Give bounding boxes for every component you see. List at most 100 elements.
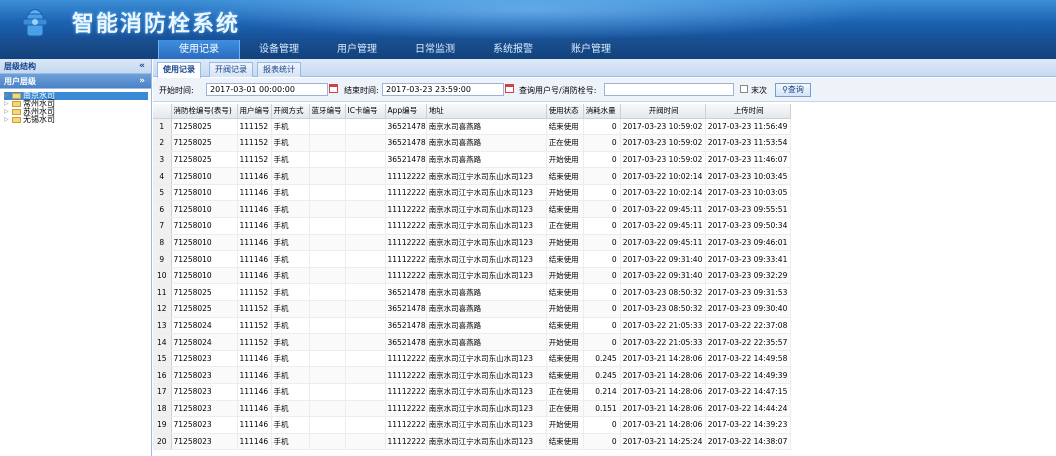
water-usage-cell: 0 xyxy=(583,283,621,302)
app-id-cell: 11112222 xyxy=(385,250,427,268)
app-id-cell: 36521478 xyxy=(385,317,427,335)
table-row[interactable]: 9 71258010 111146 手机 11112222 南京水司江宁水司东山水司123… xyxy=(153,250,791,268)
bluetooth-id-cell xyxy=(309,234,346,252)
bluetooth-id-cell xyxy=(309,300,346,318)
address-cell: 南京水司江宁水司东山水司123 xyxy=(426,234,547,252)
table-row[interactable]: 16 71258023 111146 手机 11112222 南京水司江宁水司东山水司12… xyxy=(153,366,791,384)
menu-daily-monitoring[interactable]: 日常监测 xyxy=(396,40,474,59)
upload-time-cell: 2017-03-23 09:30:40 xyxy=(705,300,791,318)
open-time-cell: 2017-03-22 09:45:11 xyxy=(620,234,706,252)
open-time-cell: 2017-03-21 14:28:06 xyxy=(620,383,706,401)
table-row[interactable]: 19 71258023 111146 手机 11112222 南京水司江宁水司东山水司12… xyxy=(153,416,791,434)
tree-node-wuxi[interactable]: ▷ 无锡水司 xyxy=(4,116,151,124)
bluetooth-id-cell xyxy=(309,400,346,418)
col-header-status[interactable]: 使用状态 xyxy=(546,104,584,119)
table-row[interactable]: 17 71258023 111146 手机 11112222 南京水司江宁水司东山水司12… xyxy=(153,383,791,401)
user-id-cell: 111152 xyxy=(237,317,272,335)
table-row[interactable]: 11 71258025 111152 手机 36521478 南京水司喜燕路 结束使用 0 20… xyxy=(153,283,791,302)
collapse-left-icon[interactable]: « xyxy=(139,59,145,74)
calendar-icon[interactable] xyxy=(505,84,514,93)
collapse-up-icon[interactable]: » xyxy=(139,74,145,89)
table-row[interactable]: 12 71258025 111152 手机 36521478 南京水司喜燕路 开始使用 0 20… xyxy=(153,300,791,318)
expand-arrow-icon[interactable]: ▷ xyxy=(4,100,12,108)
table-row[interactable]: 5 71258010 111146 手机 11112222 南京水司江宁水司东山水司123… xyxy=(153,184,791,202)
menu-device-management[interactable]: 设备管理 xyxy=(240,40,318,59)
col-header-open-mode[interactable]: 开阀方式 xyxy=(271,104,310,119)
calendar-icon[interactable] xyxy=(329,84,338,93)
app-id-cell: 36521478 xyxy=(385,134,427,152)
water-usage-cell: 0 xyxy=(583,134,621,152)
expand-arrow-icon[interactable]: ▶ xyxy=(4,92,12,100)
table-row[interactable]: 2 71258025 111152 手机 36521478 南京水司喜燕路 正在使用 0 201… xyxy=(153,134,791,152)
app-id-cell: 11112222 xyxy=(385,366,427,384)
open-time-cell: 2017-03-22 09:31:40 xyxy=(620,267,706,285)
open-time-cell: 2017-03-23 10:59:02 xyxy=(620,118,706,136)
folder-icon xyxy=(12,93,21,99)
status-cell: 结束使用 xyxy=(546,350,584,368)
open-time-cell: 2017-03-23 10:59:02 xyxy=(620,151,706,169)
table-row[interactable]: 10 71258010 111146 手机 11112222 南京水司江宁水司东山水司12… xyxy=(153,267,791,285)
expand-arrow-icon[interactable]: ▷ xyxy=(4,116,12,124)
open-mode-cell: 手机 xyxy=(271,416,310,434)
bluetooth-id-cell xyxy=(309,151,346,169)
header-banner: 智能消防栓系统 xyxy=(0,0,1056,40)
col-header-hydrant-id[interactable]: 消防栓编号(表号) xyxy=(171,104,238,119)
col-header-water-usage[interactable]: 消耗水量 xyxy=(583,104,621,119)
address-cell: 南京水司喜燕路 xyxy=(426,283,547,302)
open-time-cell: 2017-03-22 09:31:40 xyxy=(620,250,706,268)
open-mode-cell: 手机 xyxy=(271,433,310,451)
col-header-bluetooth-id[interactable]: 蓝牙编号 xyxy=(309,104,346,119)
ic-card-id-cell xyxy=(345,250,386,268)
tab-report-statistics[interactable]: 报表统计 xyxy=(257,62,301,77)
col-header-address[interactable]: 地址 xyxy=(426,104,547,119)
open-mode-cell: 手机 xyxy=(271,267,310,285)
query-user-input[interactable] xyxy=(604,83,734,96)
table-row[interactable]: 3 71258025 111152 手机 36521478 南京水司喜燕路 开始使用 0 201… xyxy=(153,151,791,169)
upload-time-cell: 2017-03-22 14:49:39 xyxy=(705,366,791,384)
tab-valve-records[interactable]: 开阀记录 xyxy=(209,62,253,77)
query-button-label: 查询 xyxy=(787,85,804,94)
app-id-cell: 11112222 xyxy=(385,234,427,252)
water-usage-cell: 0 xyxy=(583,217,621,235)
table-row[interactable]: 20 71258023 111146 手机 11112222 南京水司江宁水司东山水司12… xyxy=(153,433,791,451)
user-id-cell: 111146 xyxy=(237,217,272,235)
tab-usage-records[interactable]: 使用记录 xyxy=(157,62,201,78)
bluetooth-id-cell xyxy=(309,366,346,384)
table-row[interactable]: 4 71258010 111146 手机 11112222 南京水司江宁水司东山水司123… xyxy=(153,167,791,185)
table-row[interactable]: 6 71258010 111146 手机 11112222 南京水司江宁水司东山水司123… xyxy=(153,200,791,219)
col-header-ic-card-id[interactable]: IC卡编号 xyxy=(345,104,386,119)
water-usage-cell: 0 xyxy=(583,118,621,136)
expand-arrow-icon[interactable]: ▷ xyxy=(4,108,12,116)
col-header-upload-time[interactable]: 上传时间 xyxy=(705,104,791,119)
user-id-cell: 111146 xyxy=(237,267,272,285)
ic-card-id-cell xyxy=(345,333,386,351)
menu-usage-records[interactable]: 使用记录 xyxy=(158,40,240,59)
last-time-checkbox[interactable] xyxy=(740,85,748,93)
app-id-cell: 11112222 xyxy=(385,350,427,368)
query-button[interactable]: ⚲查询 xyxy=(775,83,811,97)
menu-account-management[interactable]: 账户管理 xyxy=(552,40,630,59)
table-row[interactable]: 8 71258010 111146 手机 11112222 南京水司江宁水司东山水司123… xyxy=(153,234,791,252)
ic-card-id-cell xyxy=(345,118,386,136)
table-row[interactable]: 13 71258024 111152 手机 36521478 南京水司喜燕路 结束使用 0 20… xyxy=(153,317,791,335)
col-header-open-time[interactable]: 开阀时间 xyxy=(620,104,706,119)
table-row[interactable]: 7 71258010 111146 手机 11112222 南京水司江宁水司东山水司123… xyxy=(153,217,791,235)
table-row[interactable]: 15 71258023 111146 手机 11112222 南京水司江宁水司东山水司12… xyxy=(153,350,791,368)
address-cell: 南京水司喜燕路 xyxy=(426,317,547,335)
app-id-cell: 36521478 xyxy=(385,151,427,169)
end-time-input[interactable]: 2017-03-23 23:59:00 xyxy=(382,83,504,96)
menu-user-management[interactable]: 用户管理 xyxy=(318,40,396,59)
table-row[interactable]: 1 71258025 111152 手机 36521478 南京水司喜燕路 结束使用 0 201… xyxy=(153,118,791,136)
col-header-user-id[interactable]: 用户编号 xyxy=(237,104,272,119)
open-mode-cell: 手机 xyxy=(271,366,310,384)
menu-system-alarm[interactable]: 系统报警 xyxy=(474,40,552,59)
table-row[interactable]: 14 71258024 111152 手机 36521478 南京水司喜燕路 开始使用 0 20… xyxy=(153,333,791,351)
status-cell: 开始使用 xyxy=(546,333,584,351)
col-header-app-id[interactable]: App编号 xyxy=(385,104,427,119)
start-time-input[interactable]: 2017-03-01 00:00:00 xyxy=(206,83,328,96)
ic-card-id-cell xyxy=(345,200,386,219)
user-id-cell: 111146 xyxy=(237,200,272,219)
table-row[interactable]: 18 71258023 111146 手机 11112222 南京水司江宁水司东山水司12… xyxy=(153,400,791,418)
upload-time-cell: 2017-03-23 11:56:49 xyxy=(705,118,791,136)
app-id-cell: 11112222 xyxy=(385,383,427,401)
